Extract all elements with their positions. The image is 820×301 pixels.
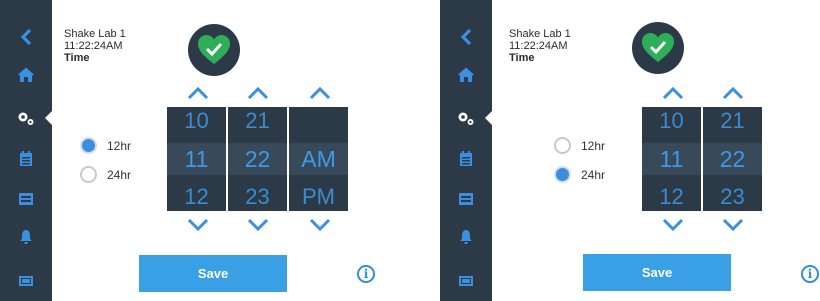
gears-icon xyxy=(18,112,34,125)
radio-12hr[interactable] xyxy=(80,137,97,154)
minute-next: 23 xyxy=(720,184,745,209)
gears-icon xyxy=(458,112,474,125)
heart-check-icon xyxy=(198,35,230,64)
settings-button[interactable] xyxy=(440,99,493,137)
alarms-button[interactable] xyxy=(440,218,492,256)
device-header: Shake Lab 1 11:22:24AM Time xyxy=(64,28,126,64)
format-option-12hr[interactable]: 12hr xyxy=(80,137,131,154)
chevron-left-icon xyxy=(460,28,472,46)
format-label-12hr: 12hr xyxy=(581,138,606,153)
minute-wheel[interactable]: 21 22 23 xyxy=(228,107,287,211)
chevron-left-icon xyxy=(20,28,32,46)
calendar-button[interactable] xyxy=(440,140,492,178)
hour-current: 11 xyxy=(659,146,684,172)
time-settings-panel-24hr: Shake Lab 1 11:22:24AM Time 12hr 24hr 10… xyxy=(440,0,820,301)
time-picker: 10 11 12 21 22 23 AM PM xyxy=(167,107,348,211)
minute-up-chevron-icon[interactable] xyxy=(722,86,744,100)
device-header: Shake Lab 1 11:22:24AM Time xyxy=(509,28,571,64)
alarms-button[interactable] xyxy=(0,218,52,256)
device-clock: 11:22:24AM xyxy=(509,40,568,52)
hour-next: 12 xyxy=(184,184,209,209)
hour-wheel[interactable]: 10 11 12 xyxy=(167,107,226,211)
calendar-icon xyxy=(460,151,472,166)
hour-down-chevron-icon[interactable] xyxy=(662,218,684,232)
device-clock: 11:22:24AM xyxy=(64,40,123,52)
display-icon xyxy=(459,276,473,286)
save-button[interactable]: Save xyxy=(139,255,287,292)
hour-up-chevron-icon[interactable] xyxy=(662,86,684,100)
hour-up-chevron-icon[interactable] xyxy=(187,86,209,100)
back-button[interactable] xyxy=(440,18,492,56)
radio-24hr[interactable] xyxy=(554,166,571,183)
section-title: Time xyxy=(509,52,535,64)
home-icon xyxy=(458,67,474,82)
schedule-icon xyxy=(459,193,473,205)
minute-down-chevron-icon[interactable] xyxy=(722,218,744,232)
format-option-24hr[interactable]: 24hr xyxy=(554,166,605,183)
section-title: Time xyxy=(64,52,90,64)
panel-separator xyxy=(378,0,440,301)
minute-down-chevron-icon[interactable] xyxy=(247,218,269,232)
minute-next: 23 xyxy=(245,184,270,209)
heart-check-icon xyxy=(642,33,674,62)
device-name: Shake Lab 1 xyxy=(64,28,126,40)
hour-next: 12 xyxy=(659,184,684,209)
period-wheel[interactable]: AM PM xyxy=(289,107,348,211)
bell-icon xyxy=(20,230,32,244)
info-icon[interactable]: i xyxy=(801,265,819,283)
period-down-chevron-icon[interactable] xyxy=(309,218,331,232)
schedule-button[interactable] xyxy=(440,180,492,218)
time-picker: 10 11 12 21 22 23 xyxy=(642,107,762,211)
display-icon xyxy=(19,276,33,286)
format-option-12hr[interactable]: 12hr xyxy=(554,137,605,154)
sidebar xyxy=(440,0,493,301)
time-settings-panel-12hr: Shake Lab 1 11:22:24AM Time 12hr 24hr 10… xyxy=(0,0,378,301)
minute-current: 22 xyxy=(719,146,746,172)
status-badge xyxy=(188,24,240,76)
radio-12hr[interactable] xyxy=(554,137,571,154)
format-label-12hr: 12hr xyxy=(107,138,132,153)
hour-current: 11 xyxy=(184,146,209,172)
display-button[interactable] xyxy=(0,262,52,300)
home-button[interactable] xyxy=(0,56,52,94)
format-label-24hr: 24hr xyxy=(107,167,132,182)
minute-up-chevron-icon[interactable] xyxy=(247,86,269,100)
save-button[interactable]: Save xyxy=(583,254,731,291)
schedule-icon xyxy=(19,193,33,205)
display-button[interactable] xyxy=(440,262,492,300)
calendar-icon xyxy=(20,151,32,166)
settings-button[interactable] xyxy=(0,99,53,137)
format-option-24hr[interactable]: 24hr xyxy=(80,166,131,183)
device-name: Shake Lab 1 xyxy=(509,28,571,40)
hour-prev: 10 xyxy=(659,108,684,133)
sidebar xyxy=(0,0,53,301)
hour-down-chevron-icon[interactable] xyxy=(187,218,209,232)
radio-24hr[interactable] xyxy=(80,166,97,183)
minute-prev: 21 xyxy=(245,108,270,133)
bell-icon xyxy=(460,230,472,244)
schedule-button[interactable] xyxy=(0,180,52,218)
back-button[interactable] xyxy=(0,18,52,56)
format-label-24hr: 24hr xyxy=(581,167,606,182)
status-badge xyxy=(632,22,684,74)
calendar-button[interactable] xyxy=(0,140,52,178)
period-up-chevron-icon[interactable] xyxy=(309,86,331,100)
period-next: PM xyxy=(302,184,335,209)
minute-current: 22 xyxy=(244,146,271,172)
home-icon xyxy=(18,67,34,82)
home-button[interactable] xyxy=(440,56,492,94)
minute-wheel[interactable]: 21 22 23 xyxy=(703,107,762,211)
period-current: AM xyxy=(301,146,336,172)
info-icon[interactable]: i xyxy=(357,265,375,283)
hour-wheel[interactable]: 10 11 12 xyxy=(642,107,701,211)
hour-prev: 10 xyxy=(184,108,209,133)
minute-prev: 21 xyxy=(720,108,745,133)
